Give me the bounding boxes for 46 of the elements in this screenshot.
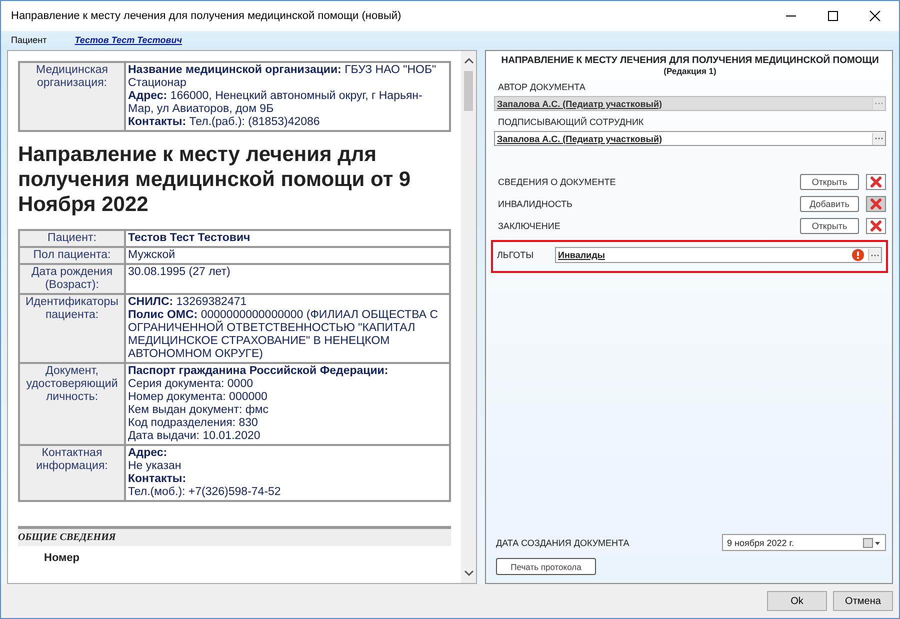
table-cell: Мужской [125,247,450,264]
field-label: АВТОР ДОКУМЕНТА [497,82,586,92]
scroll-thumb[interactable] [464,71,473,111]
calendar-dropdown-icon[interactable] [863,538,881,548]
section-label: ИНВАЛИДНОСТЬ [498,199,574,209]
delete-button[interactable] [866,218,886,234]
input-field[interactable]: Запалова А.С. (Педиатр участковый) [494,131,886,146]
section-button[interactable]: Открыть [800,174,859,190]
table-cell: Пациент: [19,230,125,247]
table-cell: Дата рождения (Возраст): [19,264,125,294]
patient-link[interactable]: Тестов Тест Тестович [74,34,182,44]
field-label: ПОДПИСЫВАЮЩИЙ СОТРУДНИК [497,117,645,127]
date-label: ДАТА СОЗДАНИЯ ДОКУМЕНТА [496,538,630,548]
delete-button[interactable] [866,174,886,190]
dialog-button[interactable]: Ok [767,591,827,611]
document-heading: Направление к месту лечения для получения медицинской помощи от 9 Ноября 2022 [18,142,412,217]
table-cell: Пол пациента: [19,247,125,264]
section-item: Номер [43,551,80,564]
section-header: ОБЩИЕ СВЕДЕНИЯ [18,526,451,546]
scroll-up-icon[interactable] [464,57,474,65]
section-button[interactable]: Добавить [800,196,859,212]
table-cell: Контактная информация: [19,445,125,501]
date-picker[interactable]: 9 ноября 2022 г. [722,534,886,551]
table-cell: Адрес: Не указан Контакты: Тел.(моб.): +7(326)598-74-52 [125,445,450,501]
section-button[interactable]: Открыть [800,218,859,234]
field-label: ЛЬГОТЫ [497,250,535,260]
table-cell: 30.08.1995 (27 лет) [125,264,450,294]
scroll-down-icon[interactable] [464,569,474,577]
patient-label: Пациент [11,34,47,44]
table-cell: СНИЛС: 13269382471 Полис ОМС: 0000000000000000 (ФИЛИАЛ ОБЩЕСТВА С ОГРАНИЧЕННОЙ ОТВЕТСТВЕННОСТЬЮ "КАПИТАЛ МЕДИЦИНСКОЕ СТРАХОВАНИЕ" В НЕНЕЦКОМ АВТОНОМНОМ ОКРУГЕ) [125,294,450,363]
table-cell: Документ, удостоверяющий личность: [19,363,125,445]
form-subtitle: (Редакция 1) [662,66,718,76]
table-cell: Паспорт гражданина Российской Федерации: Серия документа: 0000 Номер документа: 000000 Кем выдан документ: фмс Код подразделения: 830 Дата выдачи: 10.01.2020 [125,363,450,445]
input-field[interactable]: Инвалиды [555,247,882,263]
table-cell: Медицинская организация: [19,62,125,131]
window-title: Направление к месту лечения для получения медицинской помощи (новый) [11,10,402,22]
maximize-icon[interactable] [827,10,839,22]
print-button[interactable]: Печать протокола [496,558,596,575]
section-label: СВЕДЕНИЯ О ДОКУМЕНТЕ [498,177,617,187]
section-label: ЗАКЛЮЧЕНИЕ [498,221,562,231]
form-title: НАПРАВЛЕНИЕ К МЕСТУ ЛЕЧЕНИЯ ДЛЯ ПОЛУЧЕНИЯ МЕДИЦИНСКОЙ ПОМОЩИ [500,55,880,66]
table-cell: Идентификаторы пациента: [19,294,125,363]
table-cell: Тестов Тест Тестович [125,230,450,247]
dialog-button[interactable]: Отмена [833,591,893,611]
close-icon[interactable] [869,10,881,22]
table-cell: Название медицинской организации: ГБУЗ НАО "НОБ" Стационар Адрес: 166000, Ненецкий автономный округ, г Нарьян-Мар, ул Авиаторов, дом 9Б Контакты: Тел.(раб.): (81853)42086 [125,62,450,131]
